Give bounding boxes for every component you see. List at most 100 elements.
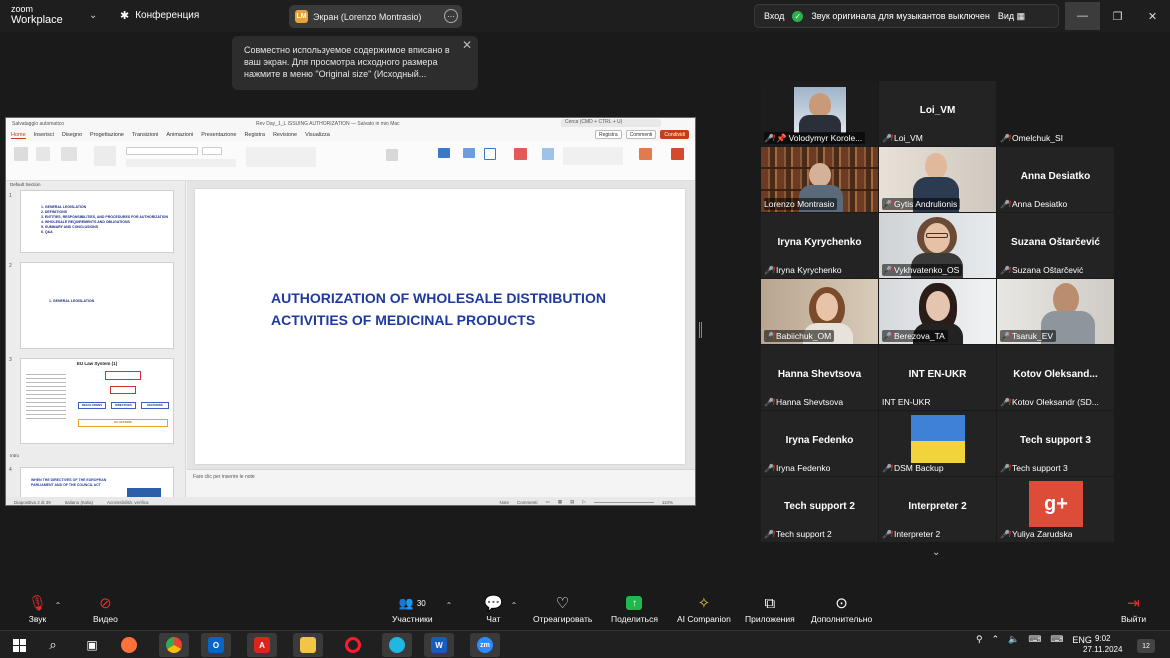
pp-comments-button[interactable]: Commenti bbox=[625, 130, 657, 139]
tray-overflow-chevron-icon[interactable]: ⌃ bbox=[992, 634, 1000, 645]
ai-companion-button[interactable]: ✧ AI Companion bbox=[677, 592, 731, 624]
pp-tab-record[interactable]: Registra bbox=[244, 132, 264, 138]
slide-thumbnail-2[interactable]: 1. GENERAL LEGISLATION bbox=[20, 262, 174, 349]
volume-icon[interactable]: 🔈 bbox=[1008, 634, 1019, 645]
share-screen-button[interactable]: ↑ Поделиться bbox=[611, 592, 658, 624]
system-clock[interactable]: 9:02 27.11.2024 bbox=[1083, 633, 1122, 655]
language-status[interactable]: Italiano (Italia) bbox=[65, 500, 93, 505]
participant-tile-dsm-backup[interactable]: 🎤̸ DSM Backup bbox=[879, 411, 996, 476]
search-button[interactable]: ⌕ bbox=[38, 633, 68, 657]
pp-tab-slideshow[interactable]: Presentazione bbox=[201, 132, 236, 138]
people-icon[interactable]: ⚲ bbox=[976, 634, 983, 645]
paste-icon[interactable] bbox=[14, 147, 28, 161]
view-button[interactable]: Вид ▦ bbox=[998, 11, 1025, 22]
network-icon[interactable]: ⌨ bbox=[1028, 634, 1041, 645]
font-format-buttons[interactable] bbox=[126, 159, 236, 167]
slideshow-view-icon[interactable]: ▷ bbox=[582, 499, 585, 505]
conference-info-button[interactable]: ✱ Конференция bbox=[120, 9, 199, 22]
designer-icon[interactable] bbox=[671, 148, 684, 160]
video-button[interactable]: ⊘ Видео bbox=[93, 592, 118, 624]
comments-toggle[interactable]: Commenti bbox=[517, 500, 538, 505]
participant-tile-yuliya[interactable]: g+ 🎤̸ Yuliya Zarudska bbox=[997, 477, 1114, 542]
participant-tile-hanna[interactable]: Hanna Shevtsova 🎤̸ Hanna Shevtsova bbox=[761, 345, 878, 410]
apps-button[interactable]: ⧉ Приложения bbox=[745, 592, 795, 625]
firefox-app[interactable] bbox=[114, 633, 144, 657]
reading-view-icon[interactable]: ▤ bbox=[570, 499, 574, 505]
copy-icon[interactable] bbox=[36, 147, 50, 161]
quick-styles-icon[interactable] bbox=[542, 148, 554, 160]
gallery-next-page-chevron-icon[interactable]: ⌄ bbox=[932, 547, 940, 558]
participant-tile-omelchuk[interactable]: 🎤̸ Omelchuk_SI bbox=[997, 81, 1114, 146]
participant-tile-tech-support-3[interactable]: Tech support 3 🎤̸ Tech support 3 bbox=[997, 411, 1114, 476]
participant-tile-iryna-k[interactable]: Iryna Kyrychenko 🎤̸ Iryna Kyrychenko bbox=[761, 213, 878, 278]
font-size-select[interactable] bbox=[202, 147, 222, 155]
paragraph-buttons[interactable] bbox=[246, 147, 316, 167]
pp-tab-transitions[interactable]: Transizioni bbox=[132, 132, 158, 138]
pp-share-button[interactable]: Condividi bbox=[660, 130, 689, 139]
notes-toggle[interactable]: Note bbox=[500, 500, 510, 505]
chrome-app[interactable] bbox=[159, 633, 189, 657]
restore-icon[interactable]: ❐ bbox=[1100, 2, 1135, 30]
participant-tile-lorenzo[interactable]: Lorenzo Montrasio bbox=[761, 147, 878, 212]
participant-tile-iryna-f[interactable]: Iryna Fedenko 🎤̸ Iryna Fedenko bbox=[761, 411, 878, 476]
start-button[interactable] bbox=[4, 633, 34, 657]
current-slide[interactable]: AUTHORIZATION OF WHOLESALE DISTRIBUTION … bbox=[195, 189, 685, 464]
shapes-icon[interactable] bbox=[463, 148, 475, 158]
acrobat-app[interactable]: A bbox=[247, 633, 277, 657]
pp-tab-view[interactable]: Visualizza bbox=[305, 132, 330, 138]
close-icon[interactable]: ✕ bbox=[462, 39, 472, 51]
chat-button[interactable]: 💬 Чат bbox=[484, 592, 503, 624]
new-slide-icon[interactable] bbox=[61, 147, 77, 161]
accessibility-status[interactable]: Accessibilità: verifica bbox=[107, 500, 149, 505]
pp-tab-home[interactable]: Home bbox=[11, 132, 26, 139]
webex-app[interactable] bbox=[382, 633, 412, 657]
participant-tile-int-en-ukr[interactable]: INT EN-UKR INT EN-UKR bbox=[879, 345, 996, 410]
participants-button[interactable]: 👥 30 Участники bbox=[392, 592, 433, 624]
audio-button[interactable]: 🎙 Звук bbox=[28, 592, 47, 624]
zoom-slider[interactable] bbox=[593, 501, 654, 503]
image-icon[interactable] bbox=[438, 148, 450, 158]
participant-tile-suzana[interactable]: Suzana Oštarčević 🎤̸ Suzana Oštarčević bbox=[997, 213, 1114, 278]
slide-thumbnail-3[interactable]: EU Law System (1) REGULATIONS DIRECTIVES… bbox=[20, 358, 174, 444]
chevron-down-icon[interactable]: ⌄ bbox=[89, 10, 97, 21]
task-view-button[interactable]: ▣ bbox=[77, 633, 107, 657]
textbox-icon[interactable] bbox=[484, 148, 496, 160]
pp-record-button[interactable]: Registra bbox=[595, 130, 622, 139]
pp-tab-review[interactable]: Revisione bbox=[273, 132, 297, 138]
slide-sorter-icon[interactable]: ▦ bbox=[558, 499, 562, 505]
splitter-handle[interactable] bbox=[699, 322, 702, 338]
participant-tile-volodymyr[interactable]: 🎤̸ 📌 Volodymyr Korole... bbox=[761, 81, 878, 146]
arrange-icon[interactable] bbox=[514, 148, 527, 160]
notification-badge[interactable]: 12 bbox=[1137, 639, 1155, 653]
minimize-icon[interactable]: — bbox=[1065, 2, 1100, 30]
pp-tab-design[interactable]: Progettazione bbox=[90, 132, 124, 138]
convert-smartart-icon[interactable] bbox=[386, 149, 398, 161]
participant-tile-berezova[interactable]: 🎤̸ Berezova_TA bbox=[879, 279, 996, 344]
react-button[interactable]: ♡ Отреагировать bbox=[533, 592, 592, 624]
participant-tile-interpreter-2[interactable]: Interpreter 2 🎤̸ Interpreter 2 bbox=[879, 477, 996, 542]
pp-tab-animations[interactable]: Animazioni bbox=[166, 132, 193, 138]
participant-tile-tech-support-2[interactable]: Tech support 2 🎤̸ Tech support 2 bbox=[761, 477, 878, 542]
close-icon[interactable]: ✕ bbox=[1135, 2, 1170, 30]
login-link[interactable]: Вход bbox=[764, 11, 784, 21]
screen-share-indicator[interactable]: LM Экран (Lorenzo Montrasio) ⋯ bbox=[289, 5, 462, 28]
opera-app[interactable] bbox=[338, 633, 368, 657]
pp-tab-draw[interactable]: Disegno bbox=[62, 132, 82, 138]
original-sound-status[interactable]: Звук оригинала для музыкантов выключен bbox=[811, 11, 989, 21]
zoom-app[interactable]: zm bbox=[470, 633, 500, 657]
participant-tile-loi[interactable]: Loi_VM 🎤̸ Loi_VM bbox=[879, 81, 996, 146]
participant-tile-anna[interactable]: Anna Desiatko 🎤̸ Anna Desiatko bbox=[997, 147, 1114, 212]
participant-tile-kotov[interactable]: Kotov Oleksand... 🎤̸ Kotov Oleksandr (SD.… bbox=[997, 345, 1114, 410]
normal-view-icon[interactable]: ▭ bbox=[546, 499, 550, 505]
font-family-select[interactable] bbox=[126, 147, 198, 155]
outlook-app[interactable]: O bbox=[201, 633, 231, 657]
participant-tile-vykhvatenko[interactable]: 🎤̸ Vykhvatenko_OS bbox=[879, 213, 996, 278]
pp-tab-insert[interactable]: Inserisci bbox=[34, 132, 54, 138]
file-explorer-app[interactable] bbox=[293, 633, 323, 657]
more-options-icon[interactable]: ⋯ bbox=[444, 9, 458, 23]
keyboard-icon[interactable]: ⌨ bbox=[1050, 634, 1063, 645]
leave-button[interactable]: ⇥ Выйти bbox=[1121, 592, 1146, 624]
participant-tile-babiichuk[interactable]: 🎤̸ Babiichuk_OM bbox=[761, 279, 878, 344]
slide-notes-pane[interactable]: Fare clic per inserire le note bbox=[187, 469, 695, 497]
fill-outline-buttons[interactable] bbox=[563, 147, 623, 165]
